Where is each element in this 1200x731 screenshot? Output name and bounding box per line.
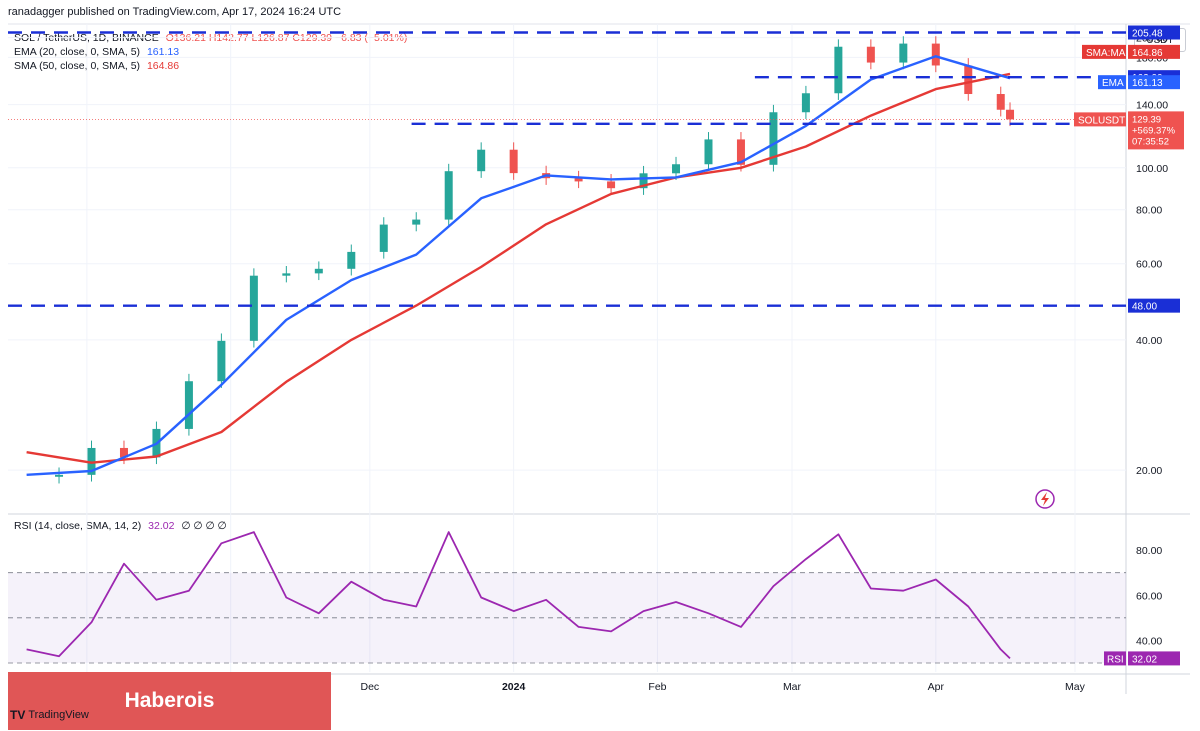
candle-body	[866, 46, 875, 63]
candle-body	[672, 164, 681, 174]
time-tick-label: Dec	[360, 681, 379, 693]
rsi-tick-label: 60.00	[1136, 590, 1162, 602]
price-tick-label: 140.00	[1136, 100, 1168, 112]
candle-body	[801, 93, 810, 113]
candle-body	[347, 251, 356, 269]
price-tick-label: 40.00	[1136, 335, 1162, 347]
candle-body	[55, 474, 64, 477]
ema-value-tag: 161.13	[1132, 78, 1163, 89]
current-price-tag-text: 129.39	[1132, 114, 1161, 125]
candle-body	[607, 181, 616, 189]
sma-value-tag: 164.86	[1132, 48, 1163, 59]
candle-body	[899, 43, 908, 63]
candle-body	[249, 275, 258, 341]
candle-body	[964, 65, 973, 95]
time-tick-label: Mar	[783, 681, 802, 693]
sma-name-tag: SMA:MA	[1086, 48, 1126, 59]
rsi-name-tag: RSI	[1107, 654, 1124, 665]
tradingview-brand[interactable]: TV TradingView	[10, 708, 89, 722]
rsi-value-tag: 32.02	[1132, 654, 1157, 665]
candle-body	[314, 268, 323, 274]
symbol-name-tag: SOLUSDT	[1078, 115, 1125, 126]
time-tick-label: May	[1065, 681, 1086, 693]
candle-body	[412, 219, 421, 225]
candle-body	[834, 46, 843, 94]
price-tick-label: 80.00	[1136, 205, 1162, 217]
lightning-bolt-icon	[1041, 492, 1049, 506]
tradingview-logo-icon: TV	[10, 708, 26, 722]
price-chart[interactable]: 20.0040.0060.0080.00100.00140.00180.0020…	[0, 0, 1200, 731]
candle-body	[509, 149, 518, 174]
rsi-tick-label: 80.00	[1136, 545, 1162, 557]
candle-body	[444, 171, 453, 220]
candle-body	[996, 94, 1005, 110]
time-tick-label: Apr	[928, 681, 945, 693]
candle-body	[184, 381, 193, 429]
time-tick-label: Feb	[648, 681, 666, 693]
price-tick-label: 20.00	[1136, 465, 1162, 477]
candle-body	[704, 139, 713, 165]
candle-body	[217, 340, 226, 382]
candle-body	[931, 43, 940, 66]
level-tag: 48.00	[1132, 302, 1157, 313]
candle-body	[282, 273, 291, 276]
sma-line	[26, 72, 1011, 464]
candle-body	[379, 224, 388, 252]
candle-body	[477, 149, 486, 172]
tradingview-brand-label: TradingView	[28, 709, 89, 721]
candle-body	[1006, 109, 1015, 120]
level-tag: 205.48	[1132, 29, 1163, 40]
price-tick-label: 100.00	[1136, 163, 1168, 175]
current-price-tag-text: 07:35:52	[1132, 136, 1169, 147]
time-tick-label: 2024	[502, 681, 526, 693]
rsi-tick-label: 40.00	[1136, 635, 1162, 647]
price-tick-label: 60.00	[1136, 259, 1162, 271]
ema-name-tag: EMA	[1102, 78, 1124, 89]
current-price-tag-text: +569.37%	[1132, 125, 1176, 136]
